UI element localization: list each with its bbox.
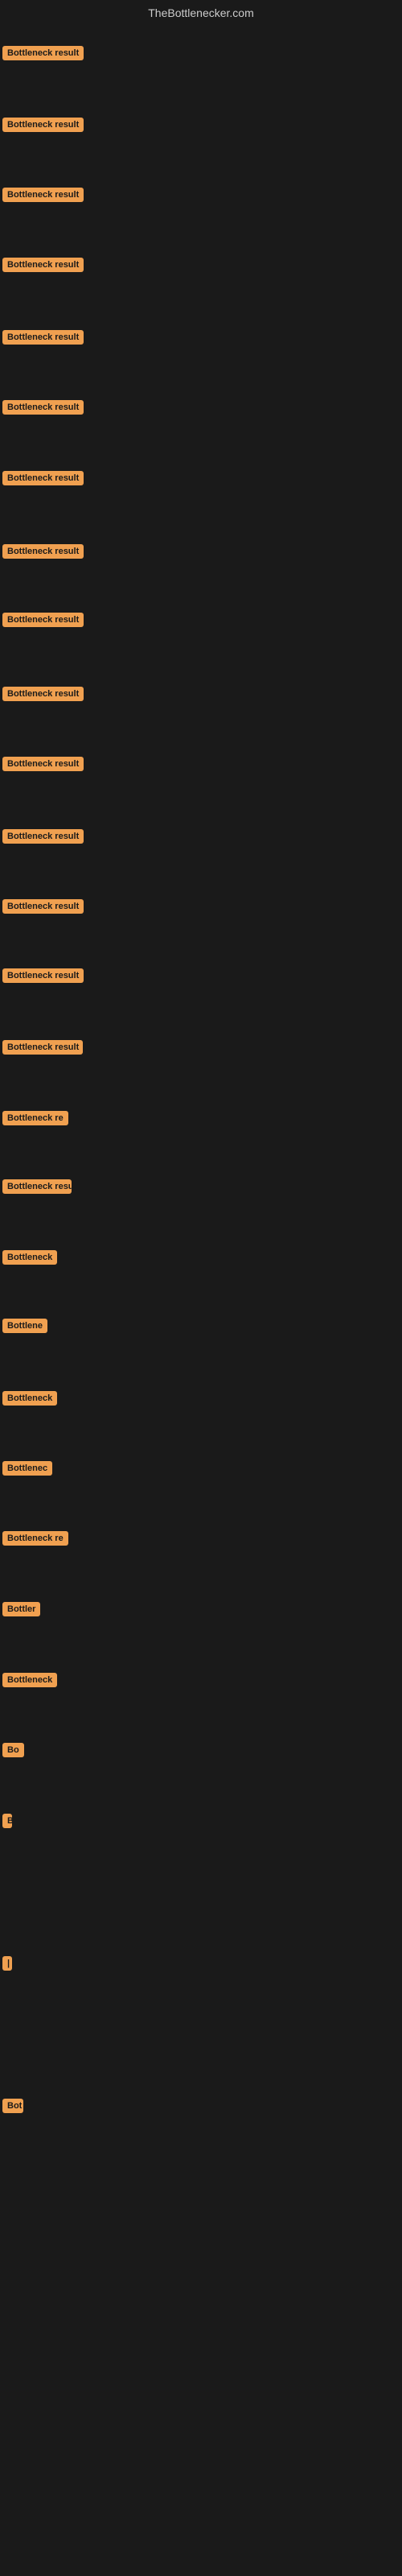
bottleneck-result-item: Bottleneck result <box>2 258 84 276</box>
bottleneck-result-item: Bot <box>2 2099 23 2117</box>
bottleneck-badge: Bottlene <box>2 1319 47 1333</box>
bottleneck-result-item: Bottleneck result <box>2 118 84 136</box>
bottleneck-badge: Bottleneck result <box>2 687 84 701</box>
bottleneck-badge: Bottleneck <box>2 1673 57 1687</box>
bottleneck-result-item: B <box>2 1814 12 1832</box>
bottleneck-badge: Bottleneck result <box>2 1040 83 1055</box>
bottleneck-badge: Bottleneck result <box>2 613 84 627</box>
bottleneck-result-item: Bottleneck result <box>2 687 84 705</box>
bottleneck-badge: Bottleneck result <box>2 258 84 272</box>
bottleneck-badge: Bottleneck result <box>2 46 84 60</box>
bottleneck-result-item: Bottleneck re <box>2 1111 68 1129</box>
bottleneck-result-item: Bottleneck <box>2 1250 57 1269</box>
bottleneck-badge: Bottleneck result <box>2 188 84 202</box>
bottleneck-result-item: Bottler <box>2 1602 40 1620</box>
bottleneck-result-item: Bottleneck result <box>2 330 84 349</box>
bottleneck-badge: Bottleneck result <box>2 118 84 132</box>
bottleneck-badge: Bottleneck result <box>2 757 84 771</box>
bottleneck-result-item: Bottlene <box>2 1319 47 1337</box>
bottleneck-badge: Bottleneck <box>2 1391 57 1406</box>
bottleneck-result-item: Bottleneck <box>2 1391 57 1410</box>
bottleneck-result-item: Bottleneck result <box>2 400 84 419</box>
bottleneck-result-item: | <box>2 1956 12 1975</box>
bottleneck-result-item: Bottleneck result <box>2 471 84 489</box>
bottleneck-result-item: Bottleneck <box>2 1673 57 1691</box>
bottleneck-badge: Bottleneck result <box>2 471 84 485</box>
site-title: TheBottlenecker.com <box>0 0 402 26</box>
bottleneck-result-item: Bottleneck re <box>2 1531 68 1550</box>
bottleneck-badge: Bo <box>2 1743 24 1757</box>
bottleneck-badge: | <box>2 1956 12 1971</box>
bottleneck-badge: Bottleneck result <box>2 899 84 914</box>
bottleneck-badge: Bottleneck result <box>2 400 84 415</box>
bottleneck-result-item: Bottleneck result <box>2 1040 83 1059</box>
bottleneck-badge: Bottleneck result <box>2 829 84 844</box>
bottleneck-result-item: Bottleneck result <box>2 899 84 918</box>
bottleneck-badge: Bottleneck <box>2 1250 57 1265</box>
bottleneck-badge: Bottleneck re <box>2 1111 68 1125</box>
bottleneck-badge: Bottleneck result <box>2 330 84 345</box>
bottleneck-badge: Bottleneck re <box>2 1531 68 1546</box>
bottleneck-result-item: Bo <box>2 1743 24 1761</box>
bottleneck-badge: Bottleneck resu <box>2 1179 72 1194</box>
bottleneck-badge: Bot <box>2 2099 23 2113</box>
bottleneck-result-item: Bottleneck result <box>2 757 84 775</box>
bottleneck-result-item: Bottleneck result <box>2 188 84 206</box>
bottleneck-badge: B <box>2 1814 12 1828</box>
bottleneck-result-item: Bottleneck result <box>2 46 84 64</box>
bottleneck-badge: Bottler <box>2 1602 40 1616</box>
bottleneck-result-item: Bottleneck result <box>2 613 84 631</box>
bottleneck-result-item: Bottlenec <box>2 1461 52 1480</box>
bottleneck-result-item: Bottleneck result <box>2 829 84 848</box>
bottleneck-result-item: Bottleneck result <box>2 544 84 563</box>
bottleneck-badge: Bottleneck result <box>2 544 84 559</box>
bottleneck-badge: Bottlenec <box>2 1461 52 1476</box>
bottleneck-result-item: Bottleneck resu <box>2 1179 72 1198</box>
bottleneck-badge: Bottleneck result <box>2 968 84 983</box>
bottleneck-result-item: Bottleneck result <box>2 968 84 987</box>
